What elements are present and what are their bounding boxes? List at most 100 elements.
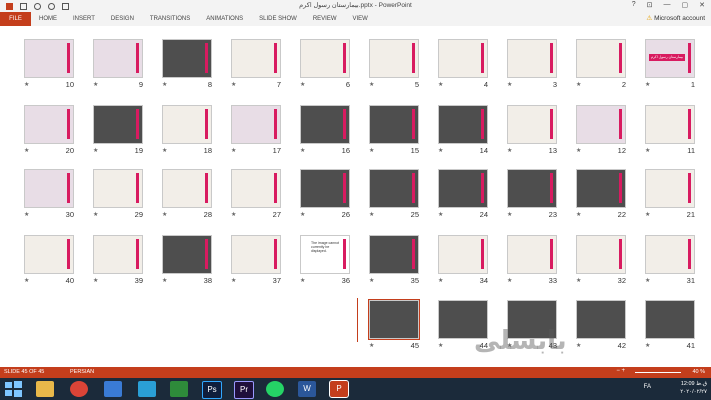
help-button[interactable]: ? <box>632 1 636 9</box>
chrome-icon[interactable] <box>70 381 88 397</box>
transition-star-icon[interactable]: ★ <box>231 81 236 88</box>
tab-design[interactable]: DESIGN <box>111 12 134 26</box>
slide-thumbnail[interactable] <box>645 169 695 208</box>
slide-thumbnail[interactable] <box>231 169 281 208</box>
transition-star-icon[interactable]: ★ <box>645 277 650 284</box>
premiere-icon[interactable]: Pr <box>234 381 254 399</box>
transition-star-icon[interactable]: ★ <box>645 211 650 218</box>
slide-thumbnail[interactable] <box>438 235 488 274</box>
close-button[interactable]: ✕ <box>699 1 705 9</box>
windows-start-icon[interactable] <box>3 380 23 398</box>
zoom-controls[interactable]: − + <box>616 368 625 374</box>
tab-view[interactable]: VIEW <box>353 12 368 26</box>
transition-star-icon[interactable]: ★ <box>507 81 512 88</box>
slide-thumbnail[interactable] <box>645 235 695 274</box>
slide-thumbnail[interactable]: بیمارستان رسول اکرم <box>645 39 695 78</box>
slide-thumbnail[interactable] <box>369 235 419 274</box>
slide-thumbnail[interactable] <box>24 105 74 144</box>
slide-thumbnail[interactable] <box>24 39 74 78</box>
slide-thumbnail[interactable] <box>231 39 281 78</box>
transition-star-icon[interactable]: ★ <box>93 277 98 284</box>
slide-thumbnail[interactable] <box>162 235 212 274</box>
transition-star-icon[interactable]: ★ <box>24 277 29 284</box>
file-tab[interactable]: FILE <box>0 12 31 26</box>
tab-review[interactable]: REVIEW <box>313 12 337 26</box>
slide-thumbnail[interactable]: The image cannot currently be displayed. <box>300 235 350 274</box>
tab-transitions[interactable]: TRANSITIONS <box>150 12 190 26</box>
slide-thumbnail[interactable] <box>576 105 626 144</box>
transition-star-icon[interactable]: ★ <box>162 277 167 284</box>
transition-star-icon[interactable]: ★ <box>507 211 512 218</box>
minimize-button[interactable]: — <box>664 1 671 9</box>
slide-thumbnail[interactable] <box>645 105 695 144</box>
slide-thumbnail[interactable] <box>576 39 626 78</box>
slide-thumbnail[interactable] <box>162 39 212 78</box>
tray-lang[interactable]: FA <box>644 384 651 390</box>
slide-thumbnail[interactable] <box>369 169 419 208</box>
slide-thumbnail[interactable] <box>369 105 419 144</box>
transition-star-icon[interactable]: ★ <box>300 211 305 218</box>
slide-thumbnail[interactable] <box>438 39 488 78</box>
transition-star-icon[interactable]: ★ <box>576 211 581 218</box>
zoom-level[interactable]: 40 % <box>692 369 705 375</box>
slide-thumbnail[interactable] <box>645 300 695 339</box>
transition-star-icon[interactable]: ★ <box>438 211 443 218</box>
transition-star-icon[interactable]: ★ <box>93 147 98 154</box>
transition-star-icon[interactable]: ★ <box>369 277 374 284</box>
calculator-icon[interactable] <box>170 381 188 397</box>
transition-star-icon[interactable]: ★ <box>369 147 374 154</box>
slide-thumbnail[interactable] <box>93 105 143 144</box>
slide-thumbnail[interactable] <box>300 105 350 144</box>
slide-thumbnail[interactable] <box>507 169 557 208</box>
transition-star-icon[interactable]: ★ <box>300 277 305 284</box>
slide-thumbnail[interactable] <box>231 105 281 144</box>
transition-star-icon[interactable]: ★ <box>300 147 305 154</box>
transition-star-icon[interactable]: ★ <box>438 81 443 88</box>
transition-star-icon[interactable]: ★ <box>576 81 581 88</box>
transition-star-icon[interactable]: ★ <box>576 277 581 284</box>
maximize-button[interactable]: ▢ <box>682 1 689 9</box>
slide-thumbnail[interactable] <box>368 299 420 340</box>
account[interactable]: ⚠ Microsoft account <box>646 12 705 26</box>
transition-star-icon[interactable]: ★ <box>162 147 167 154</box>
transition-star-icon[interactable]: ★ <box>645 342 650 349</box>
transition-star-icon[interactable]: ★ <box>369 342 374 349</box>
control-panel-icon[interactable] <box>104 381 122 397</box>
slide-thumbnail[interactable] <box>24 169 74 208</box>
slide-thumbnail[interactable] <box>231 235 281 274</box>
language-indicator[interactable]: PERSIAN <box>70 369 94 375</box>
slide-thumbnail[interactable] <box>93 235 143 274</box>
zoom-slider[interactable] <box>635 372 681 373</box>
transition-star-icon[interactable]: ★ <box>645 81 650 88</box>
transition-star-icon[interactable]: ★ <box>369 81 374 88</box>
transition-star-icon[interactable]: ★ <box>231 211 236 218</box>
transition-star-icon[interactable]: ★ <box>93 81 98 88</box>
sync-icon[interactable] <box>138 381 156 397</box>
slide-thumbnail[interactable] <box>162 105 212 144</box>
transition-star-icon[interactable]: ★ <box>576 147 581 154</box>
slide-thumbnail[interactable] <box>369 39 419 78</box>
slide-thumbnail[interactable] <box>93 39 143 78</box>
file-explorer-icon[interactable] <box>36 381 54 397</box>
transition-star-icon[interactable]: ★ <box>438 277 443 284</box>
transition-star-icon[interactable]: ★ <box>24 147 29 154</box>
tab-home[interactable]: HOME <box>39 12 57 26</box>
transition-star-icon[interactable]: ★ <box>507 147 512 154</box>
slide-thumbnail[interactable] <box>507 39 557 78</box>
slide-thumbnail[interactable] <box>438 105 488 144</box>
slide-thumbnail[interactable] <box>300 169 350 208</box>
word-icon[interactable]: W <box>298 381 316 397</box>
transition-star-icon[interactable]: ★ <box>93 211 98 218</box>
transition-star-icon[interactable]: ★ <box>24 81 29 88</box>
transition-star-icon[interactable]: ★ <box>162 211 167 218</box>
transition-star-icon[interactable]: ★ <box>24 211 29 218</box>
transition-star-icon[interactable]: ★ <box>576 342 581 349</box>
whatsapp-icon[interactable] <box>266 381 284 397</box>
transition-star-icon[interactable]: ★ <box>438 342 443 349</box>
slide-thumbnail[interactable] <box>507 235 557 274</box>
transition-star-icon[interactable]: ★ <box>231 147 236 154</box>
transition-star-icon[interactable]: ★ <box>231 277 236 284</box>
slide-thumbnail[interactable] <box>576 235 626 274</box>
transition-star-icon[interactable]: ★ <box>369 211 374 218</box>
slide-thumbnail[interactable] <box>576 300 626 339</box>
